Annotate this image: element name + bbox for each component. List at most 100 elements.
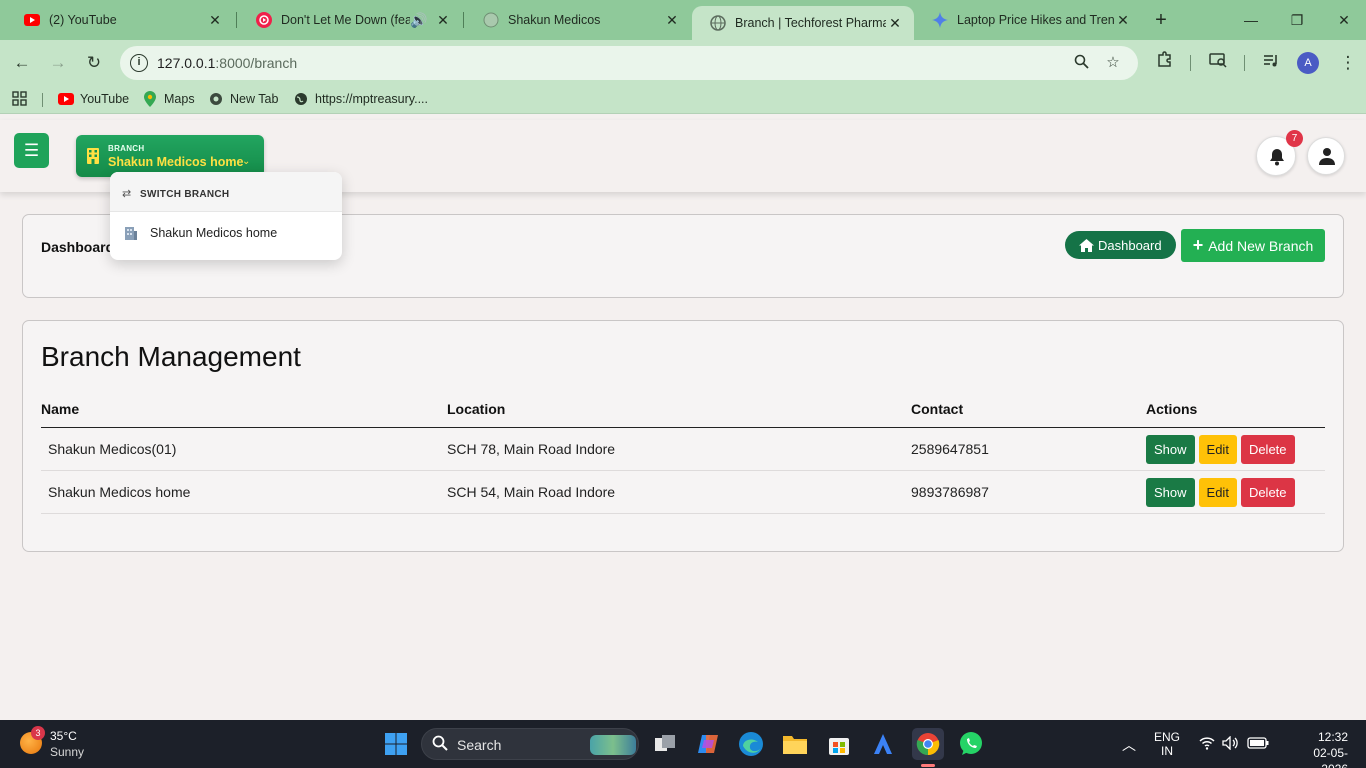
forward-icon[interactable]: → xyxy=(46,51,70,75)
user-menu-button[interactable] xyxy=(1307,137,1345,175)
dashboard-button[interactable]: Dashboard xyxy=(1065,231,1176,259)
task-view-icon[interactable] xyxy=(651,730,679,758)
close-window-icon[interactable]: ✕ xyxy=(1334,10,1354,30)
tab-title: Shakun Medicos xyxy=(508,13,601,27)
maps-icon xyxy=(142,91,158,107)
clock[interactable]: 12:32 02-05-2026 xyxy=(1300,729,1348,768)
branch-location-cell: SCH 78, Main Road Indore xyxy=(447,427,911,471)
bookmark-youtube[interactable]: YouTube xyxy=(58,91,129,107)
more-menu-icon[interactable]: ⋮ xyxy=(1336,51,1360,75)
branch-name-cell: Shakun Medicos(01) xyxy=(41,427,447,471)
region-code: IN xyxy=(1161,744,1173,758)
user-icon xyxy=(1319,148,1335,165)
microsoft-store-icon[interactable] xyxy=(825,730,853,758)
bookmark-label: New Tab xyxy=(230,92,279,106)
chrome-icon xyxy=(208,91,224,107)
add-new-branch-button[interactable]: + Add New Branch xyxy=(1181,229,1325,262)
branch-table: Name Location Contact Actions Shakun Med… xyxy=(41,401,1325,514)
column-header-location: Location xyxy=(447,401,911,428)
music-icon xyxy=(256,12,272,28)
clock-date: 02-05-2026 xyxy=(1313,746,1348,768)
file-explorer-icon[interactable] xyxy=(781,730,809,758)
copilot-icon[interactable] xyxy=(694,730,722,758)
close-tab-icon[interactable]: ✕ xyxy=(434,11,452,29)
app-a-icon[interactable] xyxy=(869,730,897,758)
minimize-icon[interactable]: — xyxy=(1241,10,1261,30)
windows-taskbar: 3 35°C Sunny Search ︿ ENG IN 12:32 02-05… xyxy=(0,720,1366,768)
tab-laptop-prices[interactable]: Laptop Price Hikes and Trend ✕ xyxy=(914,0,1142,40)
table-row: Shakun Medicos home SCH 54, Main Road In… xyxy=(41,470,1325,514)
close-tab-icon[interactable]: ✕ xyxy=(663,11,681,29)
edge-icon[interactable] xyxy=(737,730,765,758)
close-tab-icon[interactable]: ✕ xyxy=(206,11,224,29)
tab-separator xyxy=(236,12,237,28)
restore-icon[interactable]: ❐ xyxy=(1287,10,1307,30)
column-header-actions: Actions xyxy=(1146,401,1325,428)
bookmarks-bar: YouTube Maps New Tab https://mptreasury.… xyxy=(0,86,1366,114)
tab-branch-active[interactable]: Branch | Techforest Pharmacy ✕ xyxy=(692,6,914,40)
youtube-icon xyxy=(58,91,74,107)
apps-icon[interactable] xyxy=(12,91,27,106)
zoom-icon[interactable] xyxy=(1072,54,1090,72)
wifi-icon[interactable] xyxy=(1199,736,1215,753)
table-row: Shakun Medicos(01) SCH 78, Main Road Ind… xyxy=(41,427,1325,471)
url-path: :8000/branch xyxy=(215,55,298,71)
tab-shakun-medicos[interactable]: Shakun Medicos ✕ xyxy=(465,0,691,40)
branch-switcher-button[interactable]: BRANCH Shakun Medicos home ⌄ xyxy=(76,135,264,177)
delete-button[interactable]: Delete xyxy=(1240,434,1295,464)
media-control-icon[interactable] xyxy=(1259,51,1283,75)
bookmark-new-tab[interactable]: New Tab xyxy=(208,91,278,107)
tray-overflow-icon[interactable]: ︿ xyxy=(1122,735,1136,755)
address-bar[interactable]: i 127.0.0.1:8000/branch ☆ xyxy=(120,46,1138,80)
bookmark-label: YouTube xyxy=(80,92,130,106)
branch-name-cell: Shakun Medicos home xyxy=(41,470,447,514)
new-tab-button[interactable]: + xyxy=(1150,9,1172,31)
globe-icon xyxy=(293,91,309,107)
branch-location-cell: SCH 54, Main Road Indore xyxy=(447,470,911,514)
tab-youtube[interactable]: (2) YouTube ✕ xyxy=(6,0,234,40)
start-icon[interactable] xyxy=(382,730,410,758)
taskbar-search[interactable]: Search xyxy=(421,728,639,760)
toolbar-separator xyxy=(1190,55,1191,71)
bookmark-label: https://mptreasury.... xyxy=(315,92,429,106)
chevron-down-icon: ⌄ xyxy=(242,156,251,167)
show-button[interactable]: Show xyxy=(1146,477,1195,507)
dropdown-item-branch[interactable]: Shakun Medicos home xyxy=(110,220,342,248)
breadcrumb[interactable]: Dashboard xyxy=(41,239,114,255)
notification-count-badge: 7 xyxy=(1286,130,1303,147)
bookmark-separator xyxy=(42,93,43,107)
close-tab-icon[interactable]: ✕ xyxy=(886,14,904,32)
url-text: 127.0.0.1:8000/branch xyxy=(157,55,297,71)
bookmark-maps[interactable]: Maps xyxy=(142,91,195,107)
bookmark-star-icon[interactable]: ☆ xyxy=(1104,54,1122,72)
back-icon[interactable]: ← xyxy=(10,51,34,75)
bookmark-mptreasury[interactable]: https://mptreasury.... xyxy=(293,91,428,107)
reload-icon[interactable]: ↻ xyxy=(82,51,106,75)
battery-icon[interactable] xyxy=(1247,737,1269,752)
cast-icon[interactable] xyxy=(1206,51,1230,75)
speaker-icon[interactable]: 🔊 xyxy=(410,11,428,29)
language-indicator[interactable]: ENG IN xyxy=(1154,730,1180,758)
chrome-taskbar-icon[interactable] xyxy=(912,728,944,760)
current-branch-name: Shakun Medicos home xyxy=(108,155,244,169)
edit-button[interactable]: Edit xyxy=(1198,434,1237,464)
close-tab-icon[interactable]: ✕ xyxy=(1114,11,1132,29)
branch-management-card: Branch Management Name Location Contact … xyxy=(22,320,1344,552)
volume-icon[interactable] xyxy=(1222,735,1238,753)
globe-icon xyxy=(710,15,726,31)
extensions-icon[interactable] xyxy=(1152,51,1176,75)
profile-avatar[interactable]: A xyxy=(1297,52,1319,74)
show-button[interactable]: Show xyxy=(1146,434,1195,464)
tab-music[interactable]: Don't Let Me Down (feat. 🔊 ✕ xyxy=(238,0,462,40)
youtube-icon xyxy=(24,12,40,28)
delete-button[interactable]: Delete xyxy=(1240,477,1295,507)
branch-contact-cell: 2589647851 xyxy=(911,427,1146,471)
edit-button[interactable]: Edit xyxy=(1198,477,1237,507)
site-info-icon[interactable]: i xyxy=(130,54,148,72)
dashboard-button-label: Dashboard xyxy=(1098,237,1162,253)
whatsapp-icon[interactable] xyxy=(957,730,985,758)
menu-toggle-button[interactable]: ☰ xyxy=(14,133,49,168)
clock-time: 12:32 xyxy=(1317,730,1348,744)
url-host: 127.0.0.1 xyxy=(157,55,216,71)
building-icon xyxy=(125,227,137,240)
